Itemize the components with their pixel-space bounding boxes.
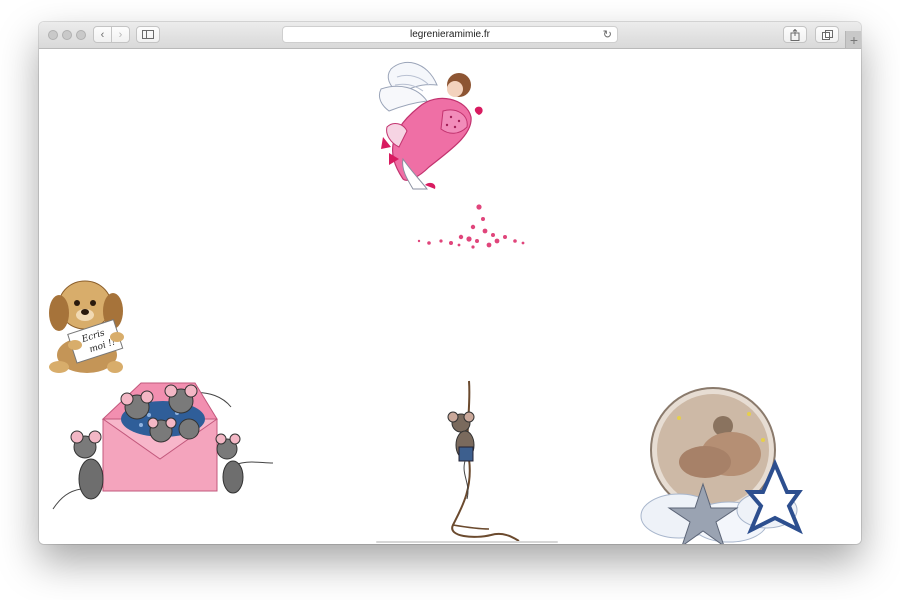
minimize-window-button[interactable] xyxy=(62,30,72,40)
new-tab-button[interactable]: + xyxy=(845,31,861,48)
horizontal-scrollbar[interactable] xyxy=(376,541,558,543)
forward-button[interactable]: › xyxy=(111,26,130,43)
reload-icon[interactable]: ↻ xyxy=(603,28,612,41)
url-text: legrenieramimie.fr xyxy=(409,29,491,40)
plus-icon: + xyxy=(849,31,859,48)
puppy-image: Ecris moi !! xyxy=(49,280,124,373)
zoom-window-button[interactable] xyxy=(76,30,86,40)
sidebar-icon xyxy=(142,30,154,39)
tabs-overview-button[interactable] xyxy=(815,26,839,43)
address-bar[interactable]: legrenieramimie.fr ↻ xyxy=(282,26,618,43)
chevron-left-icon: ‹ xyxy=(100,28,105,41)
back-button[interactable]: ‹ xyxy=(93,26,112,43)
close-window-button[interactable] xyxy=(48,30,58,40)
baby-moon-image xyxy=(640,387,803,544)
mice-envelope-image xyxy=(52,382,274,510)
tabs-overview-icon xyxy=(821,29,833,40)
angel-image xyxy=(378,61,483,190)
browser-toolbar: ‹ › legrenieramimie.fr ↻ + xyxy=(39,22,861,49)
share-button[interactable] xyxy=(783,26,807,43)
chevron-right-icon: › xyxy=(118,28,123,41)
page-content: Ecris moi !! xyxy=(39,49,861,544)
hearts-image xyxy=(417,204,525,249)
browser-window: ‹ › legrenieramimie.fr ↻ + Ecris moi !! xyxy=(39,22,861,544)
share-icon xyxy=(790,28,800,41)
mouse-rope-image xyxy=(447,380,520,542)
sidebar-button[interactable] xyxy=(136,26,160,43)
